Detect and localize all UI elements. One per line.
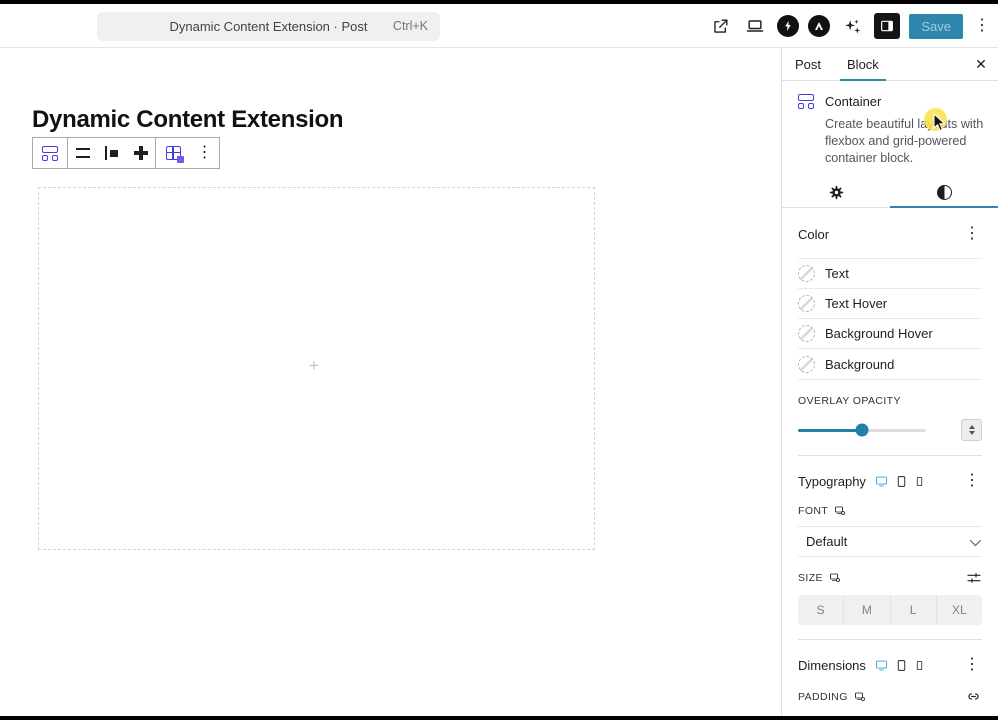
tablet-device-icon[interactable] — [895, 659, 908, 672]
close-sidebar-button[interactable]: ✕ — [964, 48, 998, 80]
font-label: FONT — [798, 505, 828, 517]
command-shortcut: Ctrl+K — [393, 19, 428, 33]
empty-color-swatch — [798, 356, 815, 373]
empty-color-swatch — [798, 295, 815, 312]
editor-canvas: Dynamic Content Extension — [0, 48, 781, 716]
desktop-device-icon[interactable] — [874, 474, 889, 489]
editor-topbar: Dynamic Content Extension · Post Ctrl+K — [0, 4, 998, 48]
view-post-external-link-icon[interactable] — [707, 13, 733, 39]
settings-panel-toggle-button[interactable] — [874, 13, 900, 39]
responsive-indicator-icon — [834, 505, 846, 517]
align-start-icon — [105, 146, 119, 160]
post-title-heading[interactable]: Dynamic Content Extension — [32, 106, 343, 134]
block-settings-sidebar: Post Block ✕ Container Create beautiful … — [781, 48, 998, 716]
mobile-device-icon[interactable] — [914, 476, 925, 487]
block-options-button[interactable]: ⋮ — [190, 138, 219, 168]
block-toolbar: ⋮ — [32, 137, 220, 169]
dimensions-options-icon[interactable]: ⋮ — [962, 652, 982, 678]
settings-style-tabs — [782, 177, 998, 208]
tab-general-settings[interactable] — [782, 177, 890, 207]
block-name: Container — [825, 94, 881, 109]
responsive-indicator-icon — [829, 572, 841, 584]
tab-post[interactable]: Post — [782, 48, 834, 80]
mouse-cursor — [933, 113, 949, 138]
block-options-icon: ⋮ — [195, 140, 215, 166]
block-description: Create beautiful layouts with flexbox an… — [825, 116, 985, 167]
mobile-device-icon[interactable] — [914, 660, 925, 671]
grid-layout-icon — [166, 146, 181, 160]
size-option-m[interactable]: M — [843, 595, 889, 625]
window-bottom-strip — [0, 716, 998, 720]
gear-icon — [828, 184, 845, 201]
drag-handle-button[interactable] — [68, 138, 97, 168]
stepper-up-icon[interactable] — [969, 425, 975, 429]
contrast-style-icon — [937, 185, 952, 200]
color-row-text[interactable]: Text — [798, 259, 982, 289]
thick-plus-icon — [134, 146, 148, 160]
window-top-strip — [0, 0, 998, 4]
size-label: SIZE — [798, 572, 823, 584]
command-center-field[interactable]: Dynamic Content Extension · Post Ctrl+K — [97, 12, 440, 41]
tab-block[interactable]: Block — [834, 48, 892, 80]
color-section: Color ⋮ Text Text Hover Background Hover… — [782, 221, 998, 456]
move-block-button[interactable] — [97, 138, 126, 168]
preview-device-icon[interactable] — [742, 13, 768, 39]
typography-section: Typography ⋮ FONT Default SIZE — [782, 468, 998, 640]
container-block-icon — [42, 146, 58, 161]
add-block-hint[interactable]: + — [309, 356, 319, 376]
color-row-background[interactable]: Background — [798, 349, 982, 379]
container-block-switcher-button[interactable] — [33, 138, 67, 168]
empty-color-swatch — [798, 325, 815, 342]
color-row-text-hover[interactable]: Text Hover — [798, 289, 982, 319]
tablet-device-icon[interactable] — [895, 475, 908, 488]
size-option-xl[interactable]: XL — [936, 595, 982, 625]
empty-color-swatch — [798, 265, 815, 282]
advanced-sliders-icon[interactable] — [966, 570, 982, 586]
container-block-icon — [798, 94, 814, 109]
link-values-icon[interactable] — [965, 688, 982, 705]
tab-style-settings[interactable] — [890, 177, 998, 207]
spacing-button[interactable] — [126, 138, 155, 168]
dimensions-section-title: Dimensions — [798, 658, 866, 673]
chevron-down-icon — [970, 534, 981, 545]
color-options-icon[interactable]: ⋮ — [962, 221, 982, 247]
sidebar-tabs: Post Block ✕ — [782, 48, 998, 81]
block-card: Container Create beautiful layouts with … — [782, 81, 998, 177]
drag-handle-icon — [76, 148, 90, 158]
responsive-indicator-icon — [854, 691, 866, 703]
ai-sparkles-icon[interactable] — [839, 13, 865, 39]
typography-section-title: Typography — [798, 474, 866, 489]
desktop-device-icon[interactable] — [874, 658, 889, 673]
color-section-title: Color — [798, 227, 829, 242]
color-row-background-hover[interactable]: Background Hover — [798, 319, 982, 349]
close-icon: ✕ — [975, 56, 987, 73]
bolt-plugin-icon[interactable] — [777, 15, 799, 37]
font-select[interactable]: Default — [798, 526, 982, 557]
overlay-opacity-slider[interactable] — [798, 429, 926, 432]
stepper-down-icon[interactable] — [969, 431, 975, 435]
font-size-segmented-control: S M L XL — [798, 595, 982, 625]
slider-thumb[interactable] — [856, 424, 869, 437]
astra-plugin-icon[interactable] — [808, 15, 830, 37]
size-option-s[interactable]: S — [798, 595, 843, 625]
padding-label: PADDING — [798, 691, 848, 703]
layout-picker-button[interactable] — [156, 138, 190, 168]
typography-options-icon[interactable]: ⋮ — [962, 468, 982, 494]
dimensions-section: Dimensions ⋮ PADDING — [782, 652, 998, 716]
overlay-opacity-label: OVERLAY OPACITY — [798, 395, 982, 407]
document-title: Dynamic Content Extension · Post — [170, 19, 368, 34]
size-option-l[interactable]: L — [890, 595, 936, 625]
empty-container-block[interactable]: + — [38, 187, 595, 550]
options-menu-icon[interactable]: ⋮ — [972, 13, 992, 39]
save-button[interactable]: Save — [909, 14, 963, 39]
overlay-opacity-stepper[interactable] — [961, 419, 982, 441]
